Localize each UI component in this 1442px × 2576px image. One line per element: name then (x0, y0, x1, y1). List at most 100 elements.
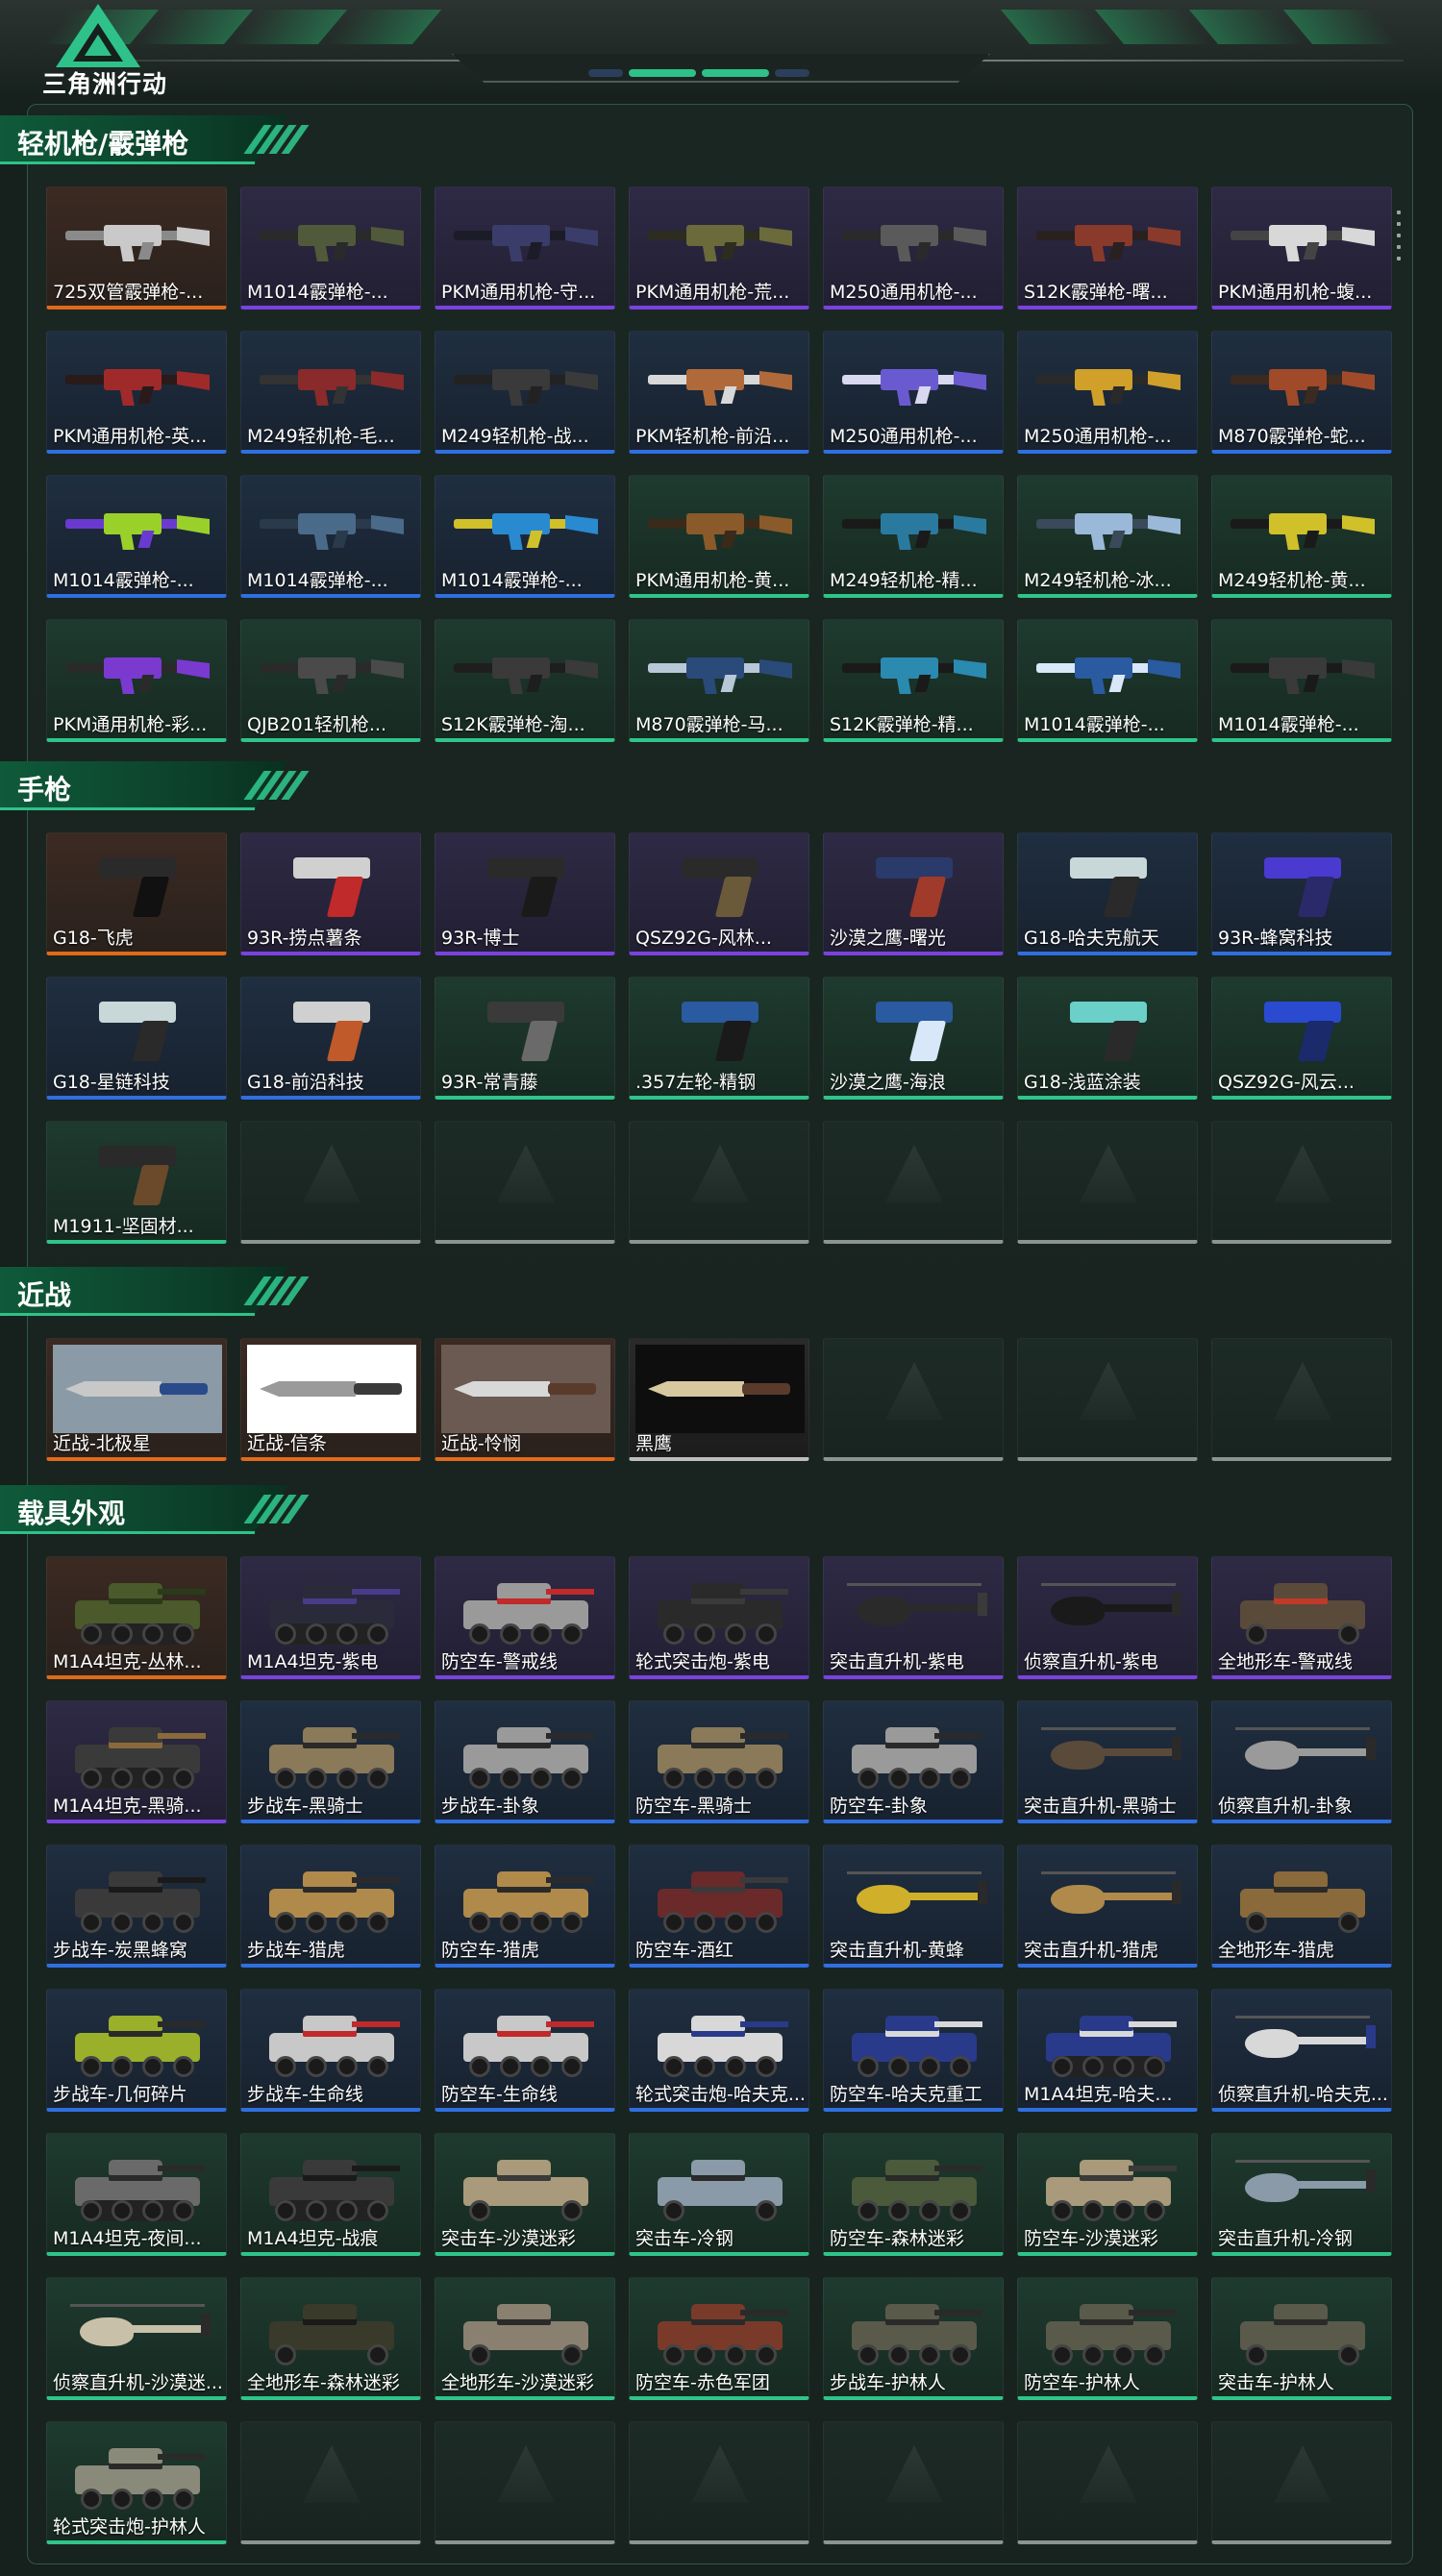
skin-card[interactable]: PKM通用机枪-英... (46, 331, 227, 454)
skin-card[interactable]: M250通用机枪-... (1017, 331, 1198, 454)
skin-card[interactable]: 轮式突击炮-哈夫克... (629, 1989, 809, 2112)
skin-card[interactable]: 侦察直升机-沙漠迷... (46, 2277, 227, 2400)
skin-card[interactable]: 突击直升机-冷钢 (1211, 2133, 1392, 2256)
skin-card[interactable]: 突击直升机-黄蜂 (823, 1845, 1004, 1968)
rifle-icon (65, 217, 210, 261)
skin-card[interactable]: 防空车-黑骑士 (629, 1700, 809, 1823)
skin-card[interactable]: 防空车-森林迷彩 (823, 2133, 1004, 2256)
skin-card[interactable]: M1A4坦克-夜间... (46, 2133, 227, 2256)
skin-card[interactable]: 突击车-冷钢 (629, 2133, 809, 2256)
skin-card[interactable]: M1911-坚固材... (46, 1121, 227, 1244)
skin-card[interactable]: PKM通用机枪-守... (435, 186, 615, 310)
skin-card[interactable]: M1014霰弹枪-... (240, 475, 421, 598)
skin-card[interactable]: S12K霰弹枪-淘... (435, 619, 615, 742)
rifle-icon (454, 361, 598, 406)
skin-card[interactable]: 93R-博士 (435, 832, 615, 955)
skin-card[interactable]: M1A4坦克-丛林... (46, 1556, 227, 1679)
skin-card[interactable]: G18-浅蓝涂装 (1017, 977, 1198, 1100)
skin-card[interactable]: 93R-常青藤 (435, 977, 615, 1100)
skin-card[interactable]: 防空车-生命线 (435, 1989, 615, 2112)
skin-card[interactable]: M1014霰弹枪-... (46, 475, 227, 598)
skin-card[interactable]: M1A4坦克-黑骑... (46, 1700, 227, 1823)
skin-card[interactable]: 全地形车-猎虎 (1211, 1845, 1392, 1968)
skin-card[interactable]: 近战-怜悯 (435, 1338, 615, 1461)
skin-card[interactable]: S12K霰弹枪-精... (823, 619, 1004, 742)
skin-card[interactable]: 防空车-卦象 (823, 1700, 1004, 1823)
skin-card[interactable]: 突击直升机-黑骑士 (1017, 1700, 1198, 1823)
skin-card[interactable]: M249轻机枪-黄... (1211, 475, 1392, 598)
skin-card[interactable]: M870霰弹枪-蛇... (1211, 331, 1392, 454)
skin-card[interactable]: PKM通用机枪-荒... (629, 186, 809, 310)
skin-card[interactable]: M249轻机枪-战... (435, 331, 615, 454)
skin-card[interactable]: 轮式突击炮-紫电 (629, 1556, 809, 1679)
skin-card[interactable]: PKM通用机枪-彩... (46, 619, 227, 742)
apc-icon (260, 2004, 404, 2079)
skin-card[interactable]: 轮式突击炮-护林人 (46, 2421, 227, 2544)
skin-card[interactable]: M250通用机枪-... (823, 186, 1004, 310)
skin-card[interactable]: M1014霰弹枪-... (1017, 619, 1198, 742)
skin-card[interactable]: QJB201轻机枪... (240, 619, 421, 742)
skin-card[interactable]: 步战车-黑骑士 (240, 1700, 421, 1823)
skin-card[interactable]: PKM通用机枪-黄... (629, 475, 809, 598)
skin-card[interactable]: G18-哈夫克航天 (1017, 832, 1198, 955)
tank-icon (65, 2148, 210, 2223)
skin-card[interactable]: 突击直升机-猎虎 (1017, 1845, 1198, 1968)
skin-card[interactable]: PKM通用机枪-蝮... (1211, 186, 1392, 310)
skin-card[interactable]: 步战车-几何碎片 (46, 1989, 227, 2112)
skin-card[interactable]: 突击车-护林人 (1211, 2277, 1392, 2400)
skin-card[interactable]: M1014霰弹枪-... (240, 186, 421, 310)
skin-card[interactable]: 沙漠之鹰-曙光 (823, 832, 1004, 955)
skin-name: G18-浅蓝涂装 (1024, 1072, 1141, 1093)
skin-card[interactable]: 步战车-卦象 (435, 1700, 615, 1823)
skin-card[interactable]: 步战车-猎虎 (240, 1845, 421, 1968)
skin-card[interactable]: S12K霰弹枪-曙... (1017, 186, 1198, 310)
skin-card[interactable]: 侦察直升机-哈夫克... (1211, 1989, 1392, 2112)
skin-card[interactable]: 侦察直升机-卦象 (1211, 1700, 1392, 1823)
skin-card[interactable]: 近战-北极星 (46, 1338, 227, 1461)
rifle-icon (1231, 361, 1375, 406)
skin-card[interactable]: M249轻机枪-冰... (1017, 475, 1198, 598)
skin-card[interactable]: 步战车-护林人 (823, 2277, 1004, 2400)
tank-icon (65, 1716, 210, 1791)
skin-name: M250通用机枪-... (1024, 426, 1172, 447)
skin-card[interactable]: 侦察直升机-紫电 (1017, 1556, 1198, 1679)
skin-card[interactable]: 突击车-沙漠迷彩 (435, 2133, 615, 2256)
skin-card[interactable]: 725双管霰弹枪-... (46, 186, 227, 310)
skin-card[interactable]: M250通用机枪-... (823, 331, 1004, 454)
skin-card[interactable]: QSZ92G-风林... (629, 832, 809, 955)
skin-card[interactable]: M870霰弹枪-马... (629, 619, 809, 742)
skin-card[interactable]: 黑鹰 (629, 1338, 809, 1461)
skin-card[interactable]: G18-飞虎 (46, 832, 227, 955)
scrollbar[interactable] (1397, 211, 1403, 260)
skin-card[interactable]: .357左轮-精钢 (629, 977, 809, 1100)
skin-card[interactable]: QSZ92G-风云... (1211, 977, 1392, 1100)
skin-card[interactable]: 93R-捞点薯条 (240, 832, 421, 955)
skin-card[interactable]: 突击直升机-紫电 (823, 1556, 1004, 1679)
skin-card[interactable]: 防空车-警戒线 (435, 1556, 615, 1679)
skin-card[interactable]: G18-星链科技 (46, 977, 227, 1100)
skin-card[interactable]: M1A4坦克-紫电 (240, 1556, 421, 1679)
skin-card[interactable]: G18-前沿科技 (240, 977, 421, 1100)
skin-card[interactable]: 近战-信条 (240, 1338, 421, 1461)
skin-card[interactable]: M1014霰弹枪-... (435, 475, 615, 598)
skin-card[interactable]: M1014霰弹枪-... (1211, 619, 1392, 742)
skin-card[interactable]: 步战车-生命线 (240, 1989, 421, 2112)
skin-card[interactable]: 步战车-炭黑蜂窝 (46, 1845, 227, 1968)
skin-card[interactable]: 全地形车-警戒线 (1211, 1556, 1392, 1679)
pistol-icon (1070, 996, 1147, 1063)
skin-card[interactable]: 防空车-猎虎 (435, 1845, 615, 1968)
skin-card[interactable]: 全地形车-沙漠迷彩 (435, 2277, 615, 2400)
skin-card[interactable]: M249轻机枪-精... (823, 475, 1004, 598)
skin-card[interactable]: 93R-蜂窝科技 (1211, 832, 1392, 955)
skin-card[interactable]: 全地形车-森林迷彩 (240, 2277, 421, 2400)
skin-card[interactable]: PKM轻机枪-前沿... (629, 331, 809, 454)
skin-card[interactable]: M1A4坦克-战痕 (240, 2133, 421, 2256)
skin-card[interactable]: M1A4坦克-哈夫... (1017, 1989, 1198, 2112)
skin-card[interactable]: 防空车-护林人 (1017, 2277, 1198, 2400)
skin-card[interactable]: 防空车-沙漠迷彩 (1017, 2133, 1198, 2256)
skin-card[interactable]: 防空车-哈夫克重工 (823, 1989, 1004, 2112)
skin-card[interactable]: 沙漠之鹰-海浪 (823, 977, 1004, 1100)
skin-card[interactable]: 防空车-赤色军团 (629, 2277, 809, 2400)
skin-card[interactable]: M249轻机枪-毛... (240, 331, 421, 454)
skin-card[interactable]: 防空车-酒红 (629, 1845, 809, 1968)
